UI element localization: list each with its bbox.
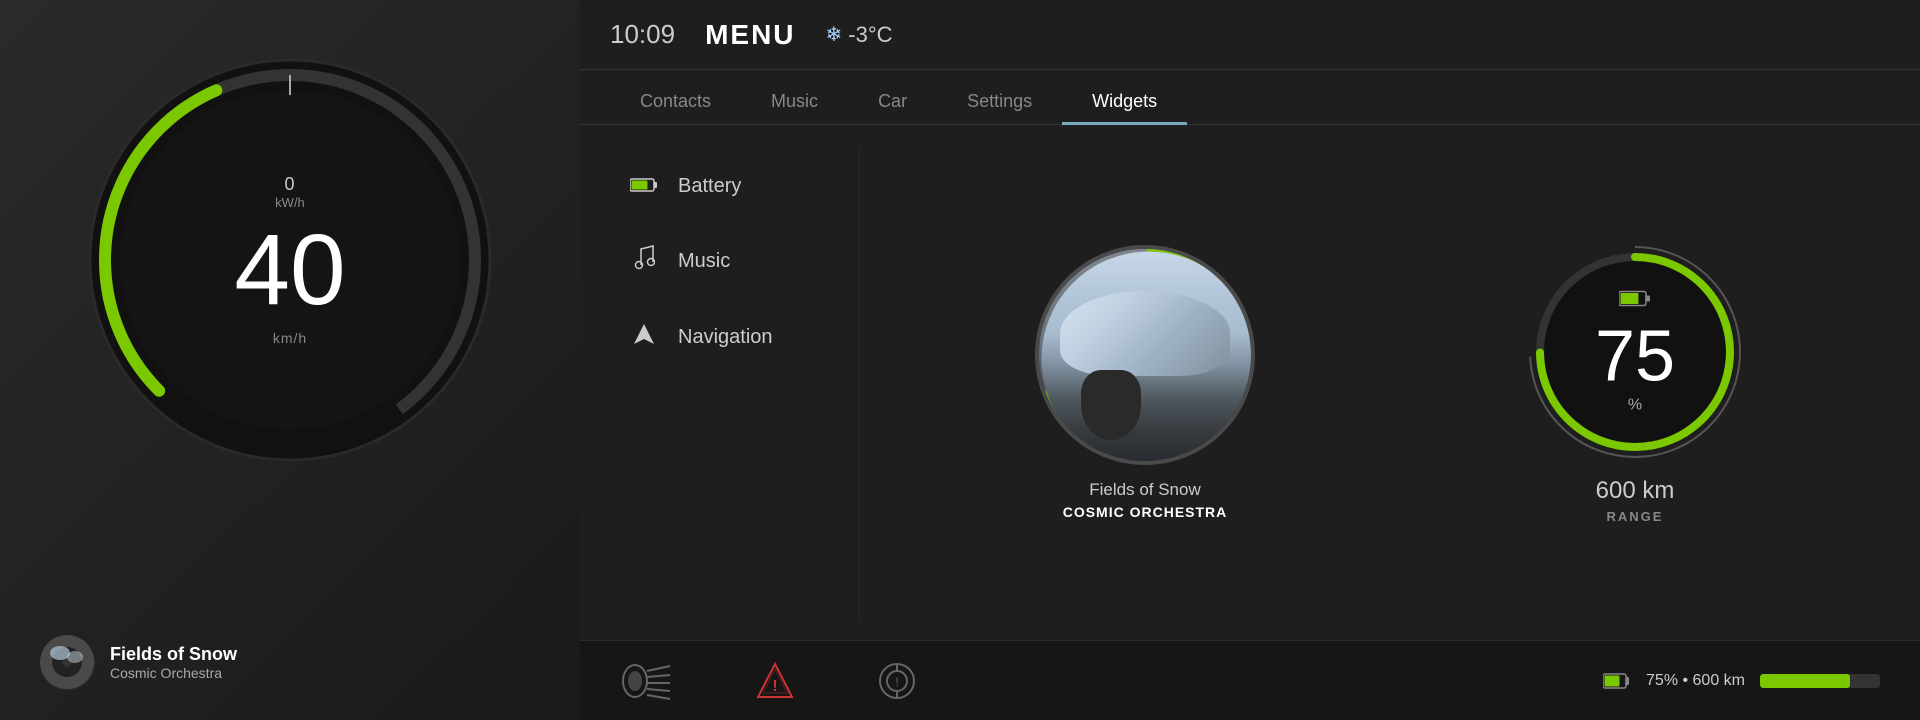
snow-scene: [1039, 249, 1251, 461]
header-menu-label[interactable]: MENU: [705, 19, 795, 51]
menu-list: Battery Music: [580, 145, 860, 620]
music-info: Fields of Snow COSMIC ORCHESTRA: [1063, 480, 1228, 520]
menu-item-navigation[interactable]: Navigation: [610, 305, 829, 369]
battery-status-bar-bg: [1760, 674, 1880, 688]
battery-info: 600 km RANGE: [1596, 477, 1675, 524]
main-content: Battery Music: [580, 125, 1920, 640]
menu-item-battery-label: Battery: [678, 175, 741, 198]
now-playing-bar: Fields of Snow Cosmic Orchestra: [20, 625, 560, 700]
battery-range-label: RANGE: [1596, 509, 1675, 524]
header-weather: ❄ -3°C: [826, 22, 893, 48]
svg-text:!: !: [772, 678, 777, 695]
tire-pressure-icon[interactable]: !: [875, 661, 920, 701]
now-playing-artist: Cosmic Orchestra: [110, 665, 237, 681]
tab-car[interactable]: Car: [848, 81, 937, 125]
battery-percentage-display: 75 %: [1595, 289, 1675, 414]
battery-pct-symbol: %: [1595, 396, 1675, 414]
music-track: Fields of Snow: [1063, 480, 1228, 500]
kwh-value: 0: [234, 174, 345, 195]
tab-contacts[interactable]: Contacts: [610, 81, 741, 125]
tab-music[interactable]: Music: [741, 81, 848, 125]
speed-value: 40: [234, 220, 345, 320]
battery-circle: 75 %: [1525, 242, 1745, 462]
battery-status-text: 75% • 600 km: [1646, 672, 1745, 690]
battery-range-value: 600 km: [1596, 477, 1675, 505]
hazard-icon[interactable]: !: [755, 661, 795, 701]
speedometer: 0 kW/h 40 km/h: [80, 50, 500, 470]
music-icon: [630, 245, 658, 277]
battery-icon: [630, 173, 658, 199]
music-widget: Fields of Snow COSMIC ORCHESTRA: [1035, 245, 1255, 520]
tab-widgets[interactable]: Widgets: [1062, 81, 1187, 125]
album-art-small: [40, 635, 95, 690]
battery-pct-value: 75: [1595, 320, 1675, 392]
menu-item-navigation-label: Navigation: [678, 326, 773, 349]
svg-text:!: !: [895, 675, 898, 689]
album-circle: [1035, 245, 1255, 465]
temperature: -3°C: [848, 22, 892, 48]
widgets-area: Fields of Snow COSMIC ORCHESTRA: [860, 145, 1920, 620]
menu-item-music[interactable]: Music: [610, 227, 829, 295]
nav-tabs: Contacts Music Car Settings Widgets: [580, 70, 1920, 125]
bottom-bar: ! ! 75% • 6: [580, 640, 1920, 720]
battery-icon-widget: [1595, 289, 1675, 312]
now-playing-info: Fields of Snow Cosmic Orchestra: [110, 644, 237, 681]
headlights-icon[interactable]: [620, 661, 675, 701]
battery-status-fill: [1760, 674, 1850, 688]
battery-widget: 75 % 600 km RANGE: [1525, 242, 1745, 524]
kwh-unit: kW/h: [234, 195, 345, 210]
speed-display: 0 kW/h 40 km/h: [234, 174, 345, 346]
bottom-icons: ! !: [620, 661, 920, 701]
speed-unit: km/h: [234, 330, 345, 346]
header: 10:09 MENU ❄ -3°C: [580, 0, 1920, 70]
snowflake-icon: ❄: [826, 22, 843, 47]
header-time: 10:09: [610, 19, 675, 50]
menu-item-battery[interactable]: Battery: [610, 155, 829, 217]
tab-settings[interactable]: Settings: [937, 81, 1062, 125]
navigation-icon: [630, 323, 658, 351]
music-artist: COSMIC ORCHESTRA: [1063, 504, 1228, 520]
menu-item-music-label: Music: [678, 250, 730, 273]
battery-status-bar: 75% • 600 km: [1603, 672, 1880, 690]
right-panel: 10:09 MENU ❄ -3°C Contacts Music Car Set…: [580, 0, 1920, 720]
left-panel: 0 kW/h 40 km/h Fields of Snow Cosmic Orc…: [0, 0, 580, 720]
now-playing-track: Fields of Snow: [110, 644, 237, 665]
